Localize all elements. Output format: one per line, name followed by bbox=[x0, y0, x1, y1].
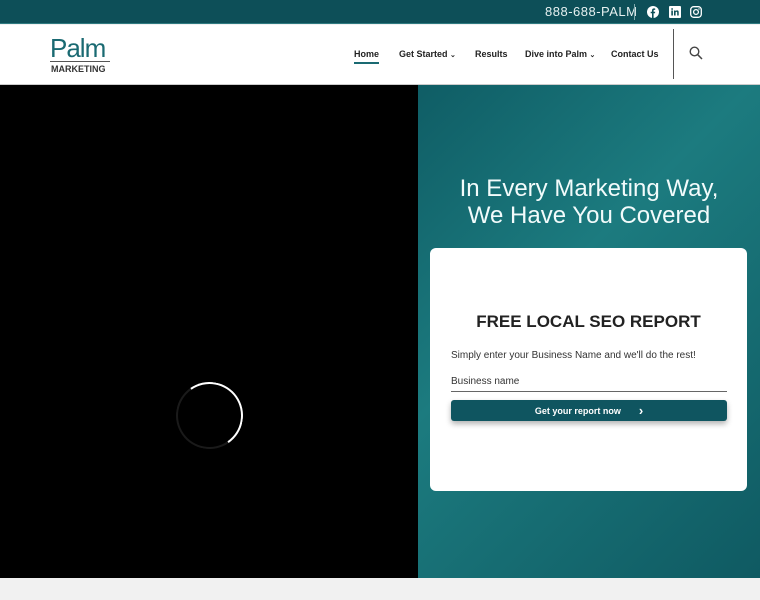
logo-tagline: MARKETING bbox=[51, 64, 106, 74]
instagram-icon[interactable] bbox=[690, 6, 702, 18]
nav-dive-into-palm[interactable]: Dive into Palm ⌄ bbox=[525, 49, 595, 59]
logo[interactable]: Palm MARKETING bbox=[50, 33, 112, 77]
chevron-right-icon: › bbox=[638, 403, 644, 418]
search-icon[interactable] bbox=[689, 46, 703, 60]
nav-home[interactable]: Home bbox=[354, 49, 380, 64]
logo-name: Palm bbox=[50, 33, 106, 63]
headline-line: In Every Marketing Way, bbox=[459, 175, 719, 202]
chevron-down-icon: ⌄ bbox=[450, 52, 456, 59]
seo-report-form: FREE LOCAL SEO REPORT Simply enter your … bbox=[430, 248, 747, 491]
get-report-button[interactable]: Get your report now › bbox=[451, 400, 727, 421]
loading-spinner-icon bbox=[170, 376, 249, 455]
phone-link[interactable]: 888-688-PALM bbox=[545, 4, 637, 19]
top-bar: 888-688-PALM bbox=[0, 0, 760, 24]
video-player[interactable] bbox=[0, 85, 418, 578]
form-title: FREE LOCAL SEO REPORT bbox=[476, 312, 701, 331]
chevron-down-icon: ⌄ bbox=[589, 52, 596, 59]
nav-label: Get Started bbox=[399, 49, 448, 59]
form-subtitle: Simply enter your Business Name and we'l… bbox=[451, 350, 696, 361]
nav-label: Dive into Palm bbox=[525, 49, 588, 59]
nav-contact-us[interactable]: Contact Us bbox=[611, 49, 659, 59]
divider bbox=[634, 4, 635, 20]
business-name-input[interactable] bbox=[451, 371, 727, 392]
page-bottom bbox=[0, 578, 760, 600]
hero-section: In Every Marketing Way, We Have You Cove… bbox=[418, 85, 760, 578]
nav-get-started[interactable]: Get Started ⌄ bbox=[399, 49, 456, 59]
linkedin-icon[interactable] bbox=[669, 6, 681, 18]
hero-headline: In Every Marketing Way, We Have You Cove… bbox=[418, 175, 760, 229]
button-label: Get your report now bbox=[534, 405, 621, 416]
divider bbox=[673, 29, 674, 79]
nav-results[interactable]: Results bbox=[475, 49, 508, 59]
site-header: Palm MARKETING Home Get Started ⌄ Result… bbox=[0, 25, 760, 85]
logo-line bbox=[50, 61, 110, 62]
facebook-icon[interactable] bbox=[647, 6, 659, 18]
headline-line: We Have You Covered bbox=[467, 202, 711, 229]
